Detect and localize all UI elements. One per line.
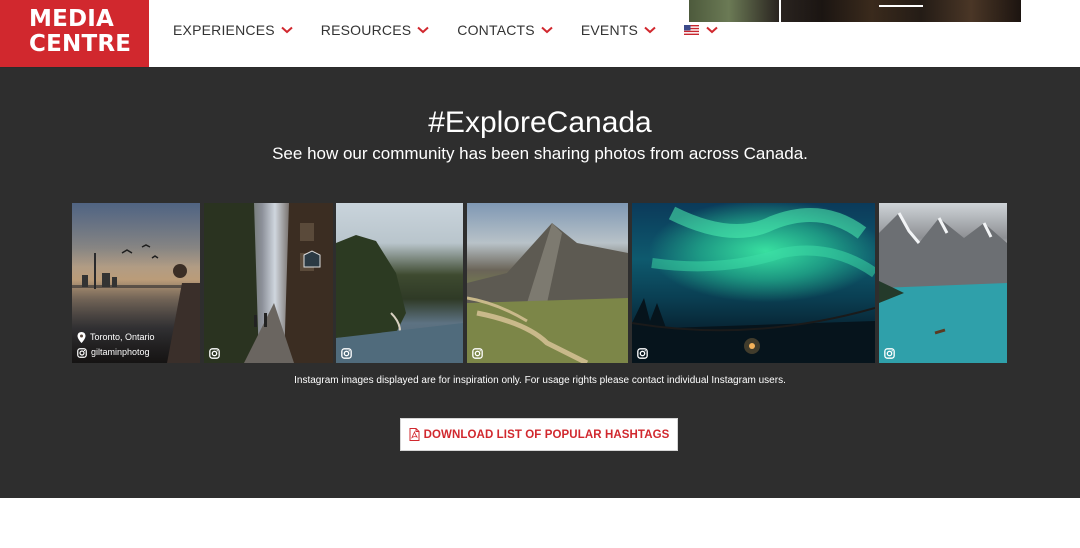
download-hashtags-label: DOWNLOAD LIST OF POPULAR HASHTAGS — [423, 428, 670, 441]
nav-resources-label: RESOURCES — [320, 22, 412, 38]
instagram-icon — [209, 348, 220, 359]
instagram-icon — [472, 348, 483, 359]
photo-location: Toronto, Ontario — [90, 332, 155, 342]
usage-disclaimer: Instagram images displayed are for inspi… — [294, 375, 786, 386]
instagram-icon — [884, 348, 895, 359]
instagram-photo-2[interactable] — [204, 203, 333, 363]
instagram-photo-1[interactable]: Toronto, Ontario giltaminphotog — [72, 203, 200, 363]
instagram-photo-4[interactable] — [467, 203, 628, 363]
photo-username[interactable]: giltaminphotog — [91, 345, 150, 360]
main-nav: EXPERIENCES RESOURCES CONTACTS EVENTS — [173, 22, 746, 38]
instagram-photo-5[interactable] — [632, 203, 875, 363]
nav-contacts-label: CONTACTS — [457, 22, 535, 38]
logo-line-1: MEDIA — [29, 6, 115, 32]
chevron-down-icon — [417, 26, 429, 34]
logo-line-2: CENTRE — [29, 31, 132, 57]
section-title: #ExploreCanada — [428, 106, 652, 139]
instagram-icon — [341, 348, 352, 359]
language-selector[interactable] — [684, 25, 718, 35]
media-centre-logo[interactable]: MEDIA CENTRE — [0, 0, 149, 67]
explore-canada-section: #ExploreCanada See how our community has… — [0, 68, 1080, 498]
instagram-icon — [637, 348, 648, 359]
chevron-down-icon — [706, 26, 718, 34]
street-scene-graphic — [204, 203, 333, 363]
download-hashtags-button[interactable]: DOWNLOAD LIST OF POPULAR HASHTAGS — [400, 418, 678, 451]
nav-events[interactable]: EVENTS — [581, 22, 656, 38]
site-header: MEDIA CENTRE EXPERIENCES RESOURCES CONTA… — [0, 0, 1080, 68]
chevron-down-icon — [644, 26, 656, 34]
northern-lights-graphic — [632, 206, 875, 363]
nav-experiences[interactable]: EXPERIENCES — [173, 22, 293, 38]
page-footer-space — [0, 498, 1080, 548]
nav-experiences-label: EXPERIENCES — [173, 22, 275, 38]
chevron-down-icon — [281, 26, 293, 34]
carousel-indicator[interactable] — [879, 5, 923, 7]
coastal-cliff-graphic — [336, 235, 463, 363]
instagram-photo-3[interactable] — [336, 203, 463, 363]
instagram-icon — [77, 347, 87, 358]
section-subtitle: See how our community has been sharing p… — [272, 144, 808, 163]
location-pin-icon — [77, 332, 86, 343]
instagram-photo-6[interactable] — [879, 203, 1007, 363]
chevron-down-icon — [541, 26, 553, 34]
strip-divider — [779, 0, 781, 22]
nav-resources[interactable]: RESOURCES — [321, 22, 429, 38]
hero-image-strip[interactable] — [689, 0, 1021, 22]
pdf-icon — [409, 428, 420, 441]
mountain-lake-graphic — [879, 212, 1007, 363]
mountain-valley-graphic — [467, 223, 628, 363]
nav-events-label: EVENTS — [580, 22, 639, 38]
photo-1-meta: Toronto, Ontario giltaminphotog — [77, 330, 155, 360]
us-flag-icon — [684, 25, 700, 35]
nav-contacts[interactable]: CONTACTS — [457, 22, 553, 38]
